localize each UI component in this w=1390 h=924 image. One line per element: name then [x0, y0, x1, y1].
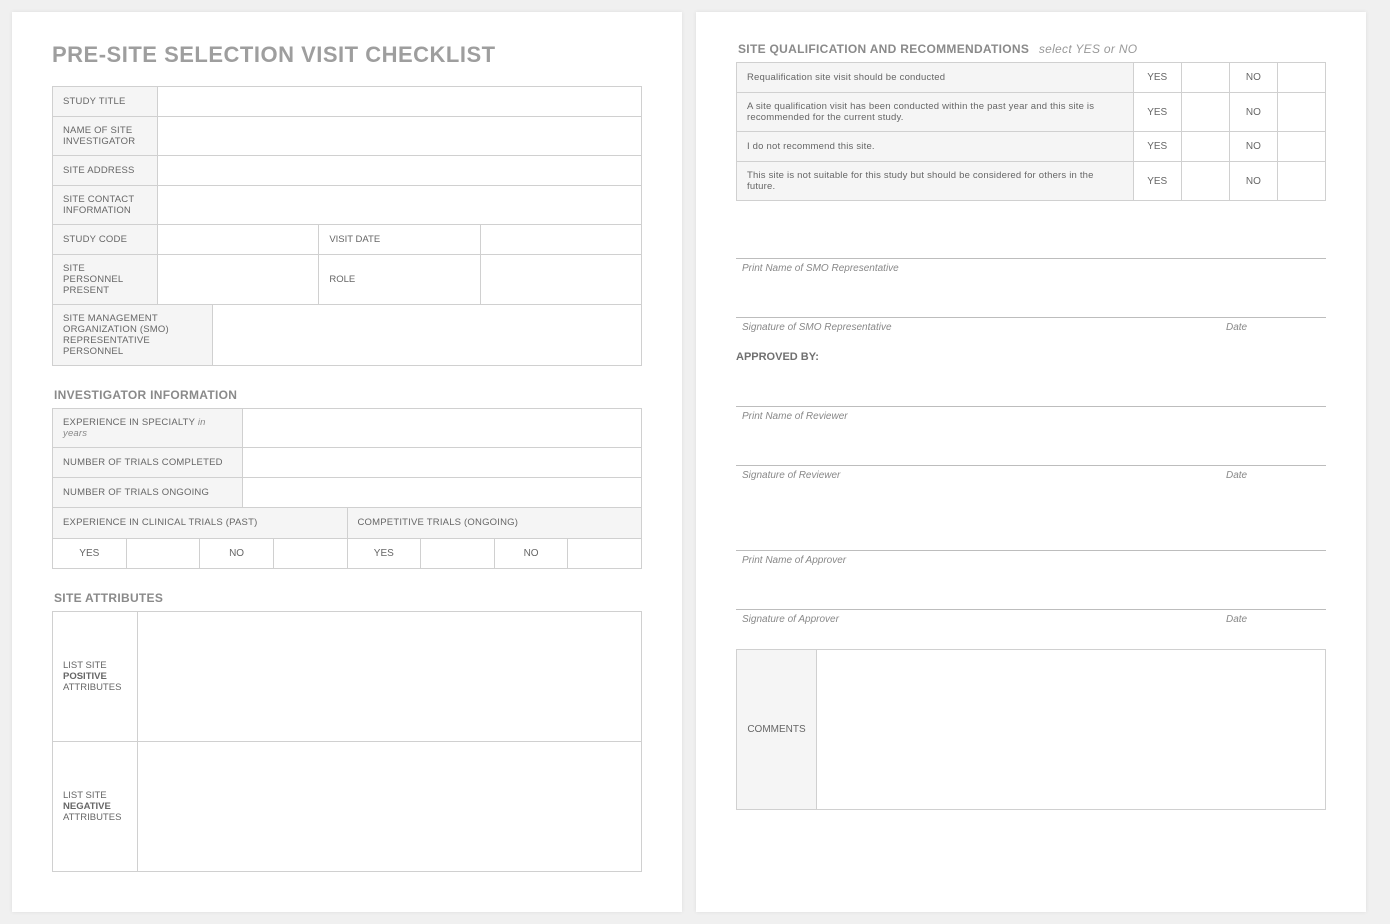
approver-signature-block: Print Name of Approver Signature of Appr…	[736, 521, 1326, 625]
label-study-title: STUDY TITLE	[53, 87, 158, 117]
qual-3-no-label: NO	[1229, 162, 1277, 201]
qual-item-0: Requalification site visit should be con…	[737, 63, 1134, 93]
label-smo-print: Print Name of SMO Representative	[742, 263, 1326, 274]
page-title: PRE-SITE SELECTION VISIT CHECKLIST	[52, 42, 642, 68]
approved-by-header: APPROVED BY:	[736, 351, 1326, 363]
comments-table: COMMENTS	[736, 649, 1326, 810]
sig-line-app-sign[interactable]	[736, 580, 1326, 610]
input-investigator[interactable]	[158, 117, 642, 156]
label-competitive-ongoing: COMPETITIVE TRIALS (ONGOING)	[347, 508, 642, 538]
label-experience-past: EXPERIENCE IN CLINICAL TRIALS (PAST)	[53, 508, 348, 538]
label-site-address: SITE ADDRESS	[53, 156, 158, 186]
qual-2-no-box[interactable]	[1277, 132, 1325, 162]
input-personnel[interactable]	[158, 255, 319, 305]
investigator-info-table: EXPERIENCE IN SPECIALTY in years NUMBER …	[52, 408, 642, 508]
study-info-table: STUDY TITLE NAME OF SITE INVESTIGATOR SI…	[52, 86, 642, 305]
input-smo-rep[interactable]	[213, 305, 642, 366]
qual-1-yes-label: YES	[1133, 93, 1181, 132]
sig-line-rev-sign[interactable]	[736, 436, 1326, 466]
input-site-contact[interactable]	[158, 186, 642, 225]
smo-signature-block: Print Name of SMO Representative Signatu…	[736, 229, 1326, 333]
label-smo-rep: SITE MANAGEMENT ORGANIZATION (SMO) REPRE…	[53, 305, 213, 366]
page-left: PRE-SITE SELECTION VISIT CHECKLIST STUDY…	[12, 12, 682, 912]
investigator-info-header: INVESTIGATOR INFORMATION	[54, 388, 642, 402]
page-right: SITE QUALIFICATION AND RECOMMENDATIONS s…	[696, 12, 1366, 912]
input-comments[interactable]	[817, 650, 1326, 810]
label-positive-attributes: LIST SITE POSITIVE ATTRIBUTES	[53, 611, 138, 741]
sig-line-rev-print[interactable]	[736, 377, 1326, 407]
input-negative-attributes[interactable]	[138, 741, 642, 871]
experience-options-table: EXPERIENCE IN CLINICAL TRIALS (PAST) COM…	[52, 508, 642, 569]
label-rev-print: Print Name of Reviewer	[742, 411, 1326, 422]
input-study-title[interactable]	[158, 87, 642, 117]
input-trials-completed[interactable]	[243, 448, 642, 478]
label-past-yes: YES	[53, 538, 127, 568]
qual-1-yes-box[interactable]	[1181, 93, 1229, 132]
input-study-code[interactable]	[158, 225, 319, 255]
qual-item-1: A site qualification visit has been cond…	[737, 93, 1134, 132]
sig-line-smo-sign[interactable]	[736, 288, 1326, 318]
checkbox-past-yes[interactable]	[126, 538, 200, 568]
qual-3-yes-box[interactable]	[1181, 162, 1229, 201]
input-trials-ongoing[interactable]	[243, 478, 642, 508]
label-past-no: NO	[200, 538, 274, 568]
checkbox-ongoing-yes[interactable]	[421, 538, 495, 568]
label-app-date: Date	[1226, 614, 1326, 625]
label-role: ROLE	[319, 255, 480, 305]
site-attributes-header: SITE ATTRIBUTES	[54, 591, 642, 605]
label-investigator: NAME OF SITE INVESTIGATOR	[53, 117, 158, 156]
label-rev-sign: Signature of Reviewer	[742, 470, 1086, 481]
qual-0-yes-label: YES	[1133, 63, 1181, 93]
qual-3-yes-label: YES	[1133, 162, 1181, 201]
input-role[interactable]	[480, 255, 641, 305]
label-site-contact: SITE CONTACT INFORMATION	[53, 186, 158, 225]
label-app-print: Print Name of Approver	[742, 555, 1326, 566]
sig-line-smo-print[interactable]	[736, 229, 1326, 259]
qualification-table: Requalification site visit should be con…	[736, 62, 1326, 201]
qualification-header: SITE QUALIFICATION AND RECOMMENDATIONS s…	[738, 42, 1326, 56]
input-experience-specialty[interactable]	[243, 409, 642, 448]
qual-0-no-box[interactable]	[1277, 63, 1325, 93]
label-experience-specialty: EXPERIENCE IN SPECIALTY in years	[53, 409, 243, 448]
reviewer-signature-block: Print Name of Reviewer Signature of Revi…	[736, 377, 1326, 481]
label-study-code: STUDY CODE	[53, 225, 158, 255]
label-smo-date: Date	[1226, 322, 1326, 333]
qual-3-no-box[interactable]	[1277, 162, 1325, 201]
smo-table: SITE MANAGEMENT ORGANIZATION (SMO) REPRE…	[52, 305, 642, 366]
qual-1-no-label: NO	[1229, 93, 1277, 132]
label-trials-completed: NUMBER OF TRIALS COMPLETED	[53, 448, 243, 478]
qual-1-no-box[interactable]	[1277, 93, 1325, 132]
input-visit-date[interactable]	[480, 225, 641, 255]
qual-2-yes-label: YES	[1133, 132, 1181, 162]
qual-0-no-label: NO	[1229, 63, 1277, 93]
label-visit-date: VISIT DATE	[319, 225, 480, 255]
label-personnel: SITE PERSONNEL PRESENT	[53, 255, 158, 305]
qual-item-3: This site is not suitable for this study…	[737, 162, 1134, 201]
qual-0-yes-box[interactable]	[1181, 63, 1229, 93]
qual-2-no-label: NO	[1229, 132, 1277, 162]
input-site-address[interactable]	[158, 156, 642, 186]
label-rev-date: Date	[1226, 470, 1326, 481]
qual-2-yes-box[interactable]	[1181, 132, 1229, 162]
site-attributes-table: LIST SITE POSITIVE ATTRIBUTES LIST SITE …	[52, 611, 642, 872]
label-ongoing-yes: YES	[347, 538, 421, 568]
qual-item-2: I do not recommend this site.	[737, 132, 1134, 162]
label-negative-attributes: LIST SITE NEGATIVE ATTRIBUTES	[53, 741, 138, 871]
label-trials-ongoing: NUMBER OF TRIALS ONGOING	[53, 478, 243, 508]
label-ongoing-no: NO	[494, 538, 568, 568]
label-smo-sign: Signature of SMO Representative	[742, 322, 1086, 333]
checkbox-past-no[interactable]	[273, 538, 347, 568]
checkbox-ongoing-no[interactable]	[568, 538, 642, 568]
sig-line-app-print[interactable]	[736, 521, 1326, 551]
input-positive-attributes[interactable]	[138, 611, 642, 741]
label-app-sign: Signature of Approver	[742, 614, 1086, 625]
label-comments: COMMENTS	[737, 650, 817, 810]
